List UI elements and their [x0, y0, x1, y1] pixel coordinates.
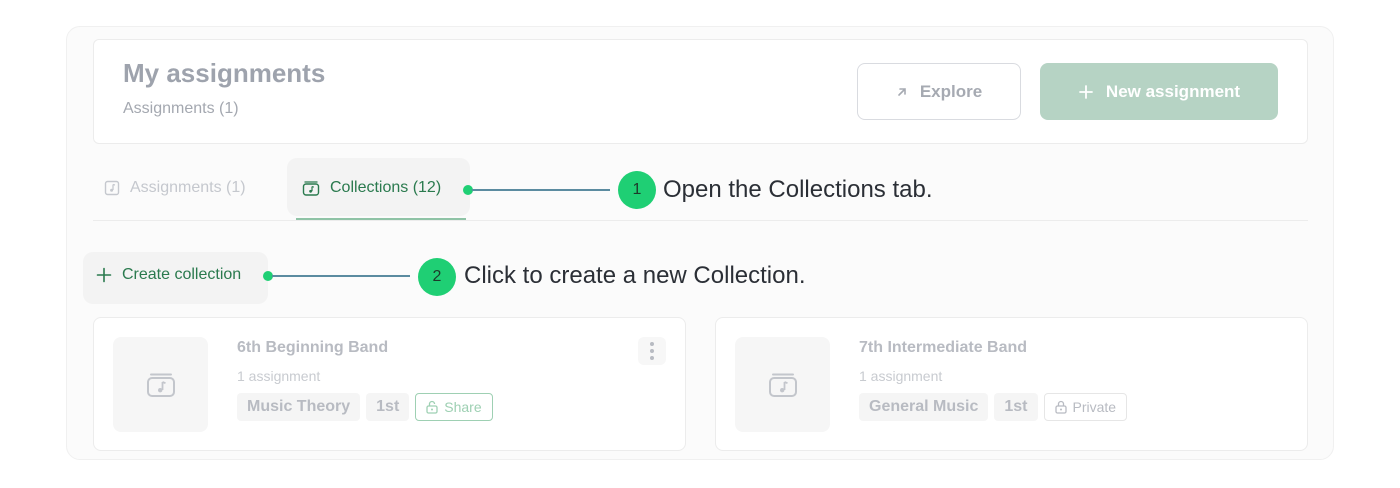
tab-collections-label: Collections (12)	[330, 179, 442, 196]
collection-thumbnail	[113, 337, 208, 432]
callout-2-line	[272, 275, 410, 277]
collection-icon	[302, 181, 320, 196]
collection-tags: General Music 1st Private	[859, 393, 1128, 421]
callout-2-badge: 2	[418, 258, 456, 296]
create-collection-button[interactable]: Create collection	[96, 266, 241, 284]
collection-card[interactable]: 7th Intermediate Band 1 assignment Gener…	[715, 317, 1308, 451]
plus-icon	[1079, 84, 1093, 99]
page-title: My assignments	[123, 58, 326, 88]
unlock-icon	[426, 400, 438, 414]
collection-title: 7th Intermediate Band	[859, 339, 1028, 356]
collection-card[interactable]: 6th Beginning Band 1 assignment Music Th…	[93, 317, 686, 451]
explore-label: Explore	[919, 81, 983, 101]
share-label: Share	[444, 399, 482, 415]
lock-icon	[1054, 400, 1067, 414]
share-badge[interactable]: Share	[415, 393, 493, 421]
explore-button[interactable]: Explore	[857, 63, 1021, 120]
tag-grade: 1st	[366, 393, 410, 421]
callout-1-badge: 1	[618, 171, 656, 209]
tag-grade: 1st	[994, 393, 1038, 421]
tag-subject: General Music	[859, 393, 989, 421]
plus-icon	[96, 267, 112, 283]
private-badge[interactable]: Private	[1043, 393, 1128, 421]
callout-1-text: Open the Collections tab.	[663, 176, 933, 203]
collection-thumbnail	[735, 337, 830, 432]
collection-icon	[768, 373, 797, 397]
collection-count: 1 assignment	[237, 368, 321, 384]
tabs-divider	[93, 220, 1308, 221]
collection-icon	[146, 373, 175, 397]
private-label: Private	[1072, 399, 1117, 415]
callout-2-text: Click to create a new Collection.	[464, 262, 806, 289]
arrow-up-right-icon	[898, 87, 906, 96]
page-subtitle: Assignments (1)	[123, 100, 239, 117]
tab-assignments[interactable]: Assignments (1)	[104, 176, 246, 200]
tag-subject: Music Theory	[237, 393, 361, 421]
collection-count: 1 assignment	[859, 368, 943, 384]
tab-assignments-label: Assignments (1)	[130, 179, 246, 196]
tab-collections[interactable]: Collections (12)	[302, 176, 441, 200]
create-collection-label: Create collection	[122, 266, 242, 283]
new-assignment-button[interactable]: New assignment	[1040, 63, 1278, 120]
callout-1-line	[472, 189, 610, 191]
collection-tags: Music Theory 1st Share	[237, 393, 493, 421]
more-options-icon[interactable]	[638, 337, 666, 365]
music-note-icon	[104, 180, 120, 196]
collection-title: 6th Beginning Band	[237, 339, 389, 356]
new-assignment-label: New assignment	[1105, 81, 1241, 101]
